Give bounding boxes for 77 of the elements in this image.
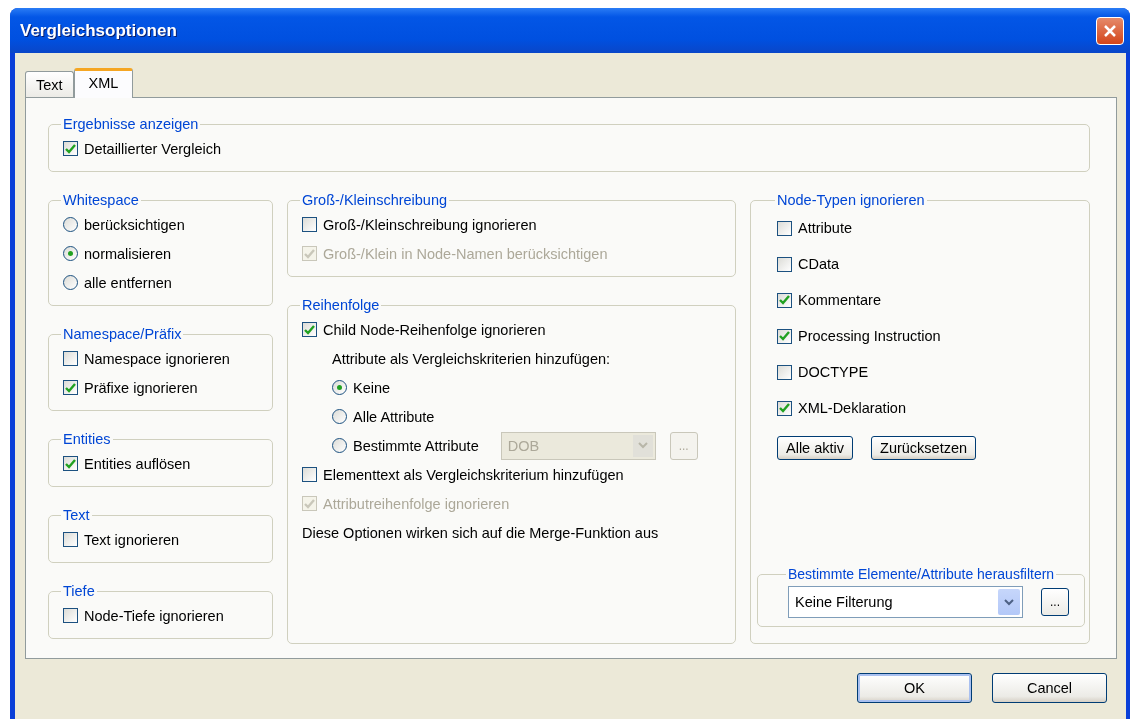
- radio-button[interactable]: [332, 409, 347, 424]
- checkbox[interactable]: [302, 217, 317, 232]
- check-icon: [779, 331, 790, 341]
- action-button[interactable]: Zurücksetzen: [871, 436, 977, 460]
- close-button[interactable]: [1096, 16, 1124, 45]
- check-icon: [65, 382, 76, 393]
- group-title: Node-Typen ignorieren: [776, 192, 926, 208]
- group-title: Namespace/Präfix: [62, 326, 183, 342]
- group-title: Reihenfolge: [301, 297, 381, 313]
- dialog-button[interactable]: Cancel: [992, 673, 1107, 703]
- radio-label: normalisieren: [84, 245, 172, 262]
- checkbox-label: Text ignorieren: [84, 531, 180, 548]
- checkbox[interactable]: [63, 380, 78, 395]
- check-icon: [65, 458, 76, 469]
- checkbox[interactable]: [777, 364, 792, 380]
- radio-label: Alle Attribute: [353, 408, 435, 425]
- check-icon: [304, 498, 315, 509]
- radio-label: berücksichtigen: [84, 216, 185, 233]
- checkbox[interactable]: [63, 456, 78, 471]
- checkbox-label: Attributreihenfolge ignorieren: [323, 495, 510, 512]
- checkbox[interactable]: [777, 400, 792, 416]
- dialog-button[interactable]: OK: [857, 673, 972, 703]
- checkbox-label: Elementtext als Vergleichskriterium hinzufügen: [323, 466, 624, 483]
- checkbox[interactable]: [777, 328, 792, 344]
- checkbox-label: Attribute: [798, 220, 852, 236]
- group-title: Whitespace: [62, 192, 140, 208]
- caret-icon: [998, 589, 1020, 615]
- checkbox[interactable]: [302, 467, 317, 482]
- group-title: Groß-/Kleinschreibung: [301, 192, 449, 208]
- checkbox[interactable]: [63, 532, 78, 547]
- group-title: Bestimmte Elemente/Attribute herausfiltern: [787, 566, 1056, 582]
- close-icon: [1103, 23, 1117, 38]
- tab[interactable]: XML: [73, 68, 134, 98]
- checkbox-label: Groß-/Kleinschreibung ignorieren: [323, 216, 537, 233]
- checkbox-label: Detaillierter Vergleich: [84, 140, 221, 157]
- check-icon: [304, 248, 315, 259]
- instruction-text: Diese Optionen wirken sich auf die Merge-Funktion aus: [302, 523, 660, 543]
- checkbox[interactable]: [777, 220, 792, 236]
- action-button[interactable]: Alle aktiv: [777, 436, 854, 460]
- check-icon: [65, 143, 76, 154]
- instruction-text: Attribute als Vergleichskriterien hinzufügen:: [332, 349, 612, 369]
- checkbox[interactable]: [63, 608, 78, 623]
- radio-label: Bestimmte Attribute: [353, 437, 479, 454]
- checkbox[interactable]: [777, 292, 792, 308]
- window-title: Vergleichsoptionen: [19, 20, 177, 41]
- checkbox-label: Entities auflösen: [84, 455, 191, 472]
- radio-button[interactable]: [63, 217, 78, 232]
- radio-label: alle entfernen: [84, 274, 172, 291]
- checkbox[interactable]: [777, 256, 792, 272]
- checkbox[interactable]: [302, 322, 317, 337]
- checkbox-label: Groß-/Klein in Node-Namen berücksichtigen: [323, 245, 608, 262]
- check-icon: [779, 295, 790, 305]
- checkbox-label: Kommentare: [798, 292, 881, 308]
- group-title: Ergebnisse anzeigen: [62, 116, 200, 132]
- checkbox-label: CData: [798, 256, 840, 272]
- radio-button[interactable]: [332, 380, 347, 395]
- radio-button[interactable]: [63, 275, 78, 290]
- radio-label: Keine: [353, 379, 391, 396]
- tab[interactable]: Text: [25, 71, 74, 97]
- checkbox[interactable]: [63, 351, 78, 366]
- checkbox-label: XML-Deklaration: [798, 400, 906, 416]
- filter-dropdown[interactable]: Keine Filterung: [788, 586, 1023, 618]
- checkbox-label: Namespace ignorieren: [84, 350, 230, 367]
- check-icon: [304, 324, 315, 335]
- checkbox-label: Processing Instruction: [798, 328, 941, 344]
- checkbox-label: Präfixe ignorieren: [84, 379, 198, 396]
- group-title: Tiefe: [62, 583, 96, 599]
- check-icon: [779, 403, 790, 413]
- checkbox-label: Node-Tiefe ignorieren: [84, 607, 224, 624]
- radio-button[interactable]: [63, 246, 78, 261]
- group-title: Text: [62, 507, 91, 523]
- checkbox-label: DOCTYPE: [798, 364, 869, 380]
- checkbox-label: Child Node-Reihenfolge ignorieren: [323, 321, 546, 338]
- checkbox[interactable]: [63, 141, 78, 156]
- caret-icon: [632, 434, 653, 457]
- browse-button[interactable]: ...: [1041, 588, 1069, 616]
- group-title: Entities: [62, 431, 112, 447]
